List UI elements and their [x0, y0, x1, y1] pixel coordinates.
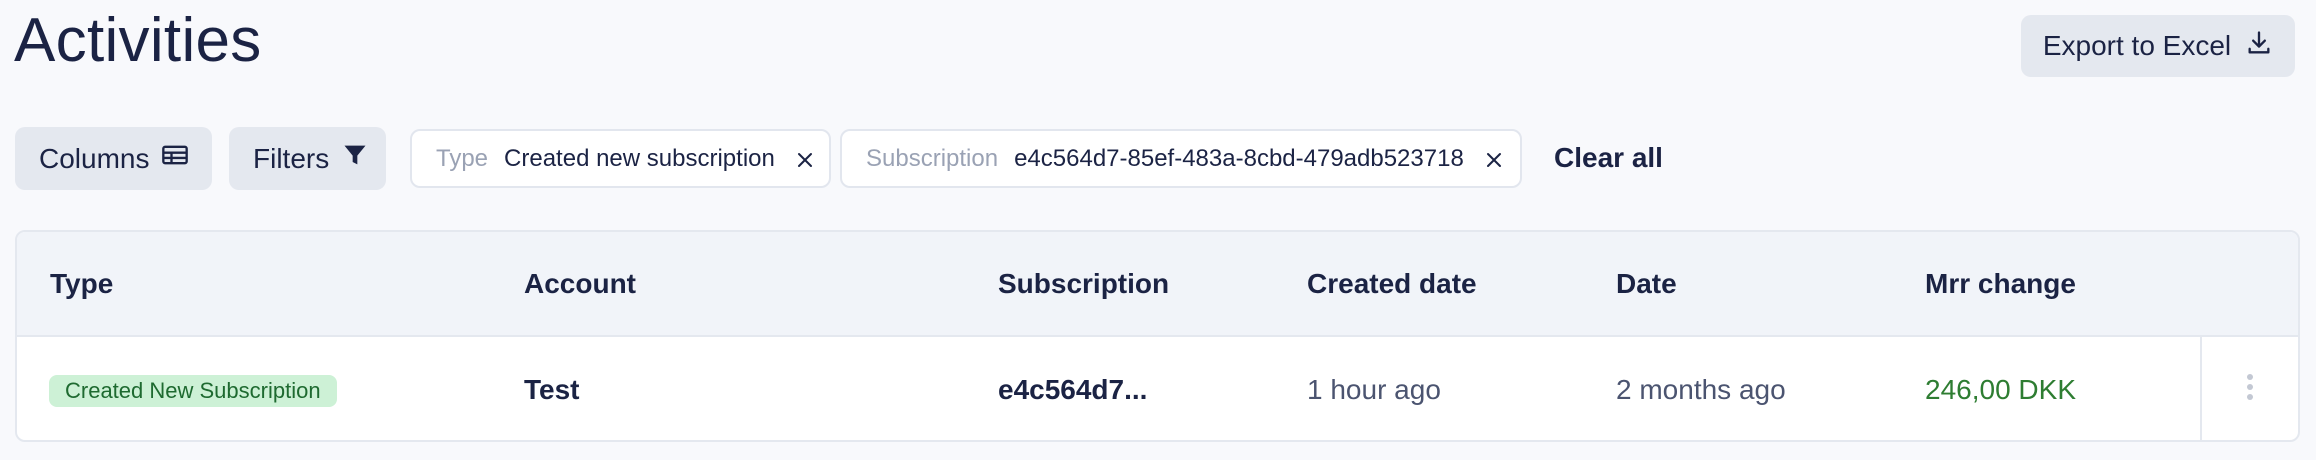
- column-header-date[interactable]: Date: [1616, 267, 1677, 301]
- page-title: Activities: [14, 6, 262, 75]
- filters-button[interactable]: Filters: [229, 127, 386, 190]
- activities-table: Type Account Subscription Created date D…: [15, 230, 2300, 442]
- filters-button-label: Filters: [253, 142, 330, 174]
- table-row[interactable]: Created New Subscription Test e4c564d7..…: [17, 337, 2298, 440]
- filter-chip-label: Type: [436, 144, 489, 172]
- mrr-change-cell: 246,00 DKK: [1925, 374, 2076, 405]
- export-to-excel-button[interactable]: Export to Excel: [2021, 15, 2295, 77]
- column-header-created-date[interactable]: Created date: [1307, 267, 1477, 301]
- columns-button[interactable]: Columns: [15, 127, 212, 190]
- filter-chip-subscription[interactable]: Subscription e4c564d7-85ef-483a-8cbd-479…: [840, 129, 1522, 188]
- close-icon[interactable]: [1484, 149, 1504, 169]
- clear-all-filters-button[interactable]: Clear all: [1554, 138, 1663, 178]
- filter-chip-type[interactable]: Type Created new subscription: [410, 129, 831, 188]
- column-header-subscription[interactable]: Subscription: [998, 267, 1169, 301]
- kebab-menu-icon: [2246, 373, 2254, 406]
- table-icon: [161, 141, 189, 176]
- activities-page: Activities Export to Excel Columns Filte…: [0, 0, 2316, 460]
- download-icon: [2245, 29, 2273, 64]
- funnel-icon: [341, 141, 369, 176]
- close-icon[interactable]: [795, 149, 815, 169]
- column-header-mrr-change[interactable]: Mrr change: [1925, 267, 2076, 301]
- columns-button-label: Columns: [39, 142, 150, 174]
- export-button-label: Export to Excel: [2042, 30, 2232, 61]
- row-actions-button[interactable]: [2200, 337, 2298, 440]
- activity-type-badge: Created New Subscription: [49, 375, 337, 407]
- filter-chip-value: Created new subscription: [504, 144, 775, 172]
- filter-chip-value: e4c564d7-85ef-483a-8cbd-479adb523718: [1014, 144, 1464, 172]
- date-cell: 2 months ago: [1616, 374, 1786, 405]
- table-header: Type Account Subscription Created date D…: [17, 232, 2298, 337]
- account-cell[interactable]: Test: [524, 372, 580, 408]
- filter-chip-label: Subscription: [866, 144, 999, 172]
- created-date-cell: 1 hour ago: [1307, 374, 1441, 405]
- column-header-account[interactable]: Account: [524, 267, 636, 301]
- column-header-type[interactable]: Type: [50, 267, 113, 301]
- subscription-cell[interactable]: e4c564d7...: [998, 372, 1147, 408]
